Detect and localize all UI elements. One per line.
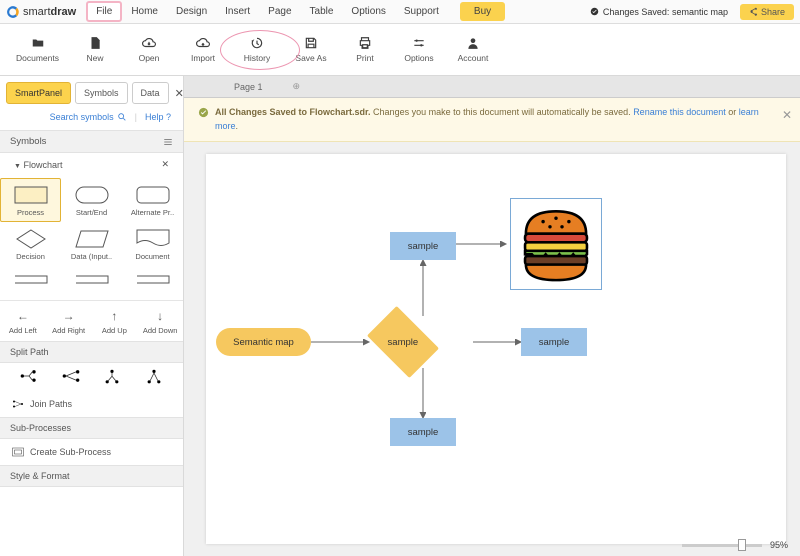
- toolbar-account[interactable]: Account: [455, 36, 491, 63]
- split-path-header: Split Path: [0, 341, 183, 363]
- split-4[interactable]: [133, 369, 175, 385]
- symbol-decision[interactable]: Decision: [0, 222, 61, 266]
- menu-design[interactable]: Design: [167, 1, 216, 22]
- symbol-more-1[interactable]: [0, 266, 61, 298]
- search-icon: [117, 112, 127, 122]
- search-symbols-link[interactable]: Search symbols: [50, 112, 127, 122]
- toolbar-history[interactable]: History: [239, 36, 275, 63]
- add-left-button[interactable]: ←Add Left: [0, 301, 46, 341]
- canvas[interactable]: Semantic map sample sample sample sample: [184, 142, 800, 556]
- add-up-button[interactable]: ↑Add Up: [92, 301, 138, 341]
- cloud-up-icon: [195, 36, 211, 50]
- menu-icon[interactable]: [163, 137, 173, 147]
- menu-table[interactable]: Table: [301, 1, 343, 22]
- symbol-data[interactable]: Data (Input..: [61, 222, 122, 266]
- split-3[interactable]: [92, 369, 134, 385]
- arrow-up-icon: ↑: [111, 309, 117, 323]
- arrow-down-icon: ↓: [157, 309, 163, 323]
- split-2[interactable]: [50, 369, 92, 385]
- brand-text: smartdraw: [23, 6, 76, 18]
- tab-smartpanel[interactable]: SmartPanel: [6, 82, 71, 104]
- cloud-down-icon: [141, 36, 157, 50]
- check-circle-icon: [198, 107, 209, 118]
- create-sub-process-button[interactable]: Create Sub-Process: [0, 439, 183, 465]
- zoom-slider[interactable]: [682, 544, 762, 547]
- arrow-left-icon: ←: [17, 309, 29, 323]
- menu-options[interactable]: Options: [342, 1, 394, 22]
- toolbar-documents[interactable]: Documents: [16, 36, 59, 63]
- brand-logo[interactable]: smartdraw: [6, 5, 76, 19]
- save-status: Changes Saved: semantic map: [590, 7, 728, 17]
- arrow-right-icon: →: [63, 309, 75, 323]
- symbol-alternate[interactable]: Alternate Pr..: [122, 178, 183, 222]
- symbol-start-end[interactable]: Start/End: [61, 178, 122, 222]
- share-button[interactable]: Share: [740, 4, 794, 20]
- toolbar-options[interactable]: Options: [401, 36, 437, 63]
- node-bottom[interactable]: sample: [390, 418, 456, 446]
- user-icon: [465, 36, 481, 50]
- join-icon: [12, 399, 24, 409]
- tab-data[interactable]: Data: [132, 82, 169, 104]
- toolbar-new[interactable]: New: [77, 36, 113, 63]
- split-1[interactable]: [8, 369, 50, 385]
- tab-symbols[interactable]: Symbols: [75, 82, 128, 104]
- menu-insert[interactable]: Insert: [216, 1, 259, 22]
- category-flowchart[interactable]: ▼ Flowchart ✕: [0, 153, 183, 176]
- rename-link[interactable]: Rename this document: [633, 107, 726, 117]
- paper[interactable]: Semantic map sample sample sample sample: [206, 154, 786, 544]
- zoom-value: 95%: [770, 540, 788, 550]
- style-format-header: Style & Format: [0, 465, 183, 487]
- banner-close-icon[interactable]: ✕: [782, 106, 792, 124]
- symbol-more-2[interactable]: [61, 266, 122, 298]
- node-start[interactable]: Semantic map: [216, 328, 311, 356]
- help-link[interactable]: Help ?: [145, 112, 171, 122]
- subprocess-icon: [12, 447, 24, 457]
- zoom-thumb[interactable]: [738, 539, 746, 551]
- add-right-button[interactable]: →Add Right: [46, 301, 92, 341]
- history-icon: [249, 36, 265, 50]
- folder-icon: [30, 36, 46, 50]
- menu-support[interactable]: Support: [395, 1, 448, 22]
- share-icon: [749, 7, 758, 16]
- symbol-more-3[interactable]: [122, 266, 183, 298]
- check-icon: [590, 7, 599, 16]
- sub-processes-header: Sub-Processes: [0, 417, 183, 439]
- panel-close-icon[interactable]: ✕: [175, 87, 184, 100]
- toolbar-open[interactable]: Open: [131, 36, 167, 63]
- symbols-header: Symbols: [0, 130, 183, 153]
- logo-icon: [6, 5, 20, 19]
- symbol-document[interactable]: Document: [122, 222, 183, 266]
- sliders-icon: [411, 36, 427, 50]
- toolbar-import[interactable]: Import: [185, 36, 221, 63]
- zoom-control: 95%: [682, 540, 788, 550]
- symbol-process[interactable]: Process: [0, 178, 61, 222]
- save-icon: [303, 36, 319, 50]
- smart-panel: SmartPanel Symbols Data ✕ Search symbols…: [0, 76, 184, 556]
- help-icon: ?: [166, 112, 171, 122]
- menu-file[interactable]: File: [86, 1, 122, 22]
- node-top[interactable]: sample: [390, 232, 456, 260]
- image-burger[interactable]: [510, 198, 602, 290]
- menu-home[interactable]: Home: [122, 1, 167, 22]
- chevron-down-icon: ▼: [14, 163, 21, 170]
- file-icon: [87, 36, 103, 50]
- menu-page[interactable]: Page: [259, 1, 300, 22]
- page-tab-1[interactable]: Page 1: [234, 82, 263, 92]
- buy-button[interactable]: Buy: [460, 2, 505, 21]
- node-center-diamond[interactable]: sample: [373, 312, 433, 372]
- burger-icon: [513, 201, 599, 287]
- join-paths-button[interactable]: Join Paths: [0, 391, 183, 417]
- save-info-banner: All Changes Saved to Flowchart.sdr. Chan…: [184, 98, 800, 142]
- close-category-icon[interactable]: ✕: [161, 159, 169, 170]
- node-right[interactable]: sample: [521, 328, 587, 356]
- print-icon: [357, 36, 373, 50]
- add-down-button[interactable]: ↓Add Down: [137, 301, 183, 341]
- toolbar-print[interactable]: Print: [347, 36, 383, 63]
- toolbar-save-as[interactable]: Save As: [293, 36, 329, 63]
- main-menu: File Home Design Insert Page Table Optio…: [86, 1, 448, 22]
- add-page-button[interactable]: ⊕: [293, 81, 301, 92]
